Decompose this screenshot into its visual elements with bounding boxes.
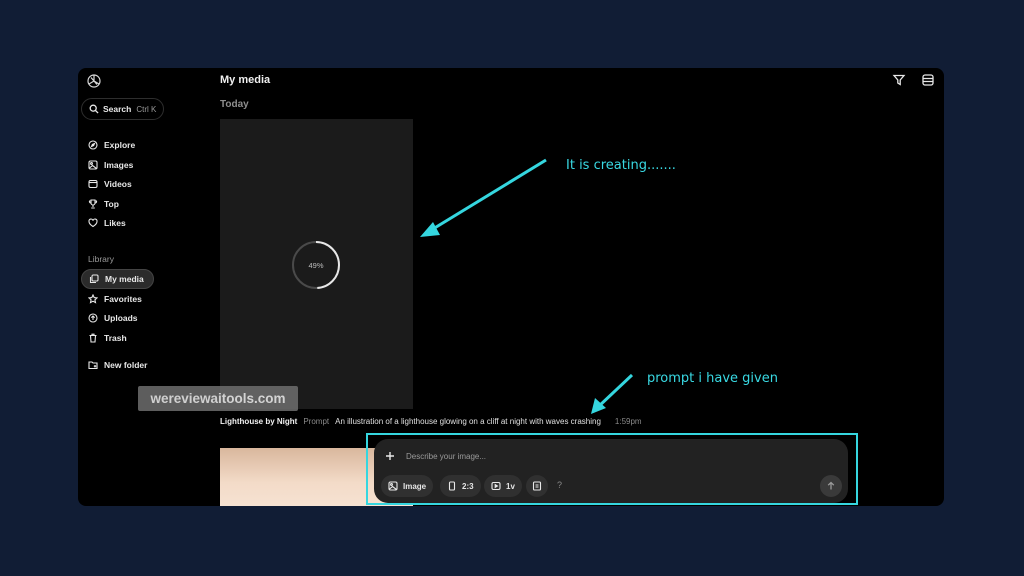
sidebar-item-explore[interactable]: Explore <box>81 135 135 155</box>
filter-icon[interactable] <box>892 73 906 87</box>
sidebar-item-trash[interactable]: Trash <box>81 328 127 348</box>
prompt-label: Prompt <box>303 417 330 426</box>
search-label: Search <box>103 104 132 114</box>
heart-icon <box>88 218 98 228</box>
sidebar-item-videos[interactable]: Videos <box>81 174 132 194</box>
annotation-prompt: prompt i have given <box>647 371 778 386</box>
compass-icon <box>88 140 98 150</box>
date-group-label: Today <box>220 99 249 110</box>
image-icon <box>88 160 98 170</box>
sidebar-item-top[interactable]: Top <box>81 194 119 214</box>
annotation-creating: It is creating....... <box>566 158 676 173</box>
folder-plus-icon <box>88 361 98 370</box>
search-button[interactable]: Search Ctrl K <box>81 98 164 120</box>
library-section-label: Library <box>88 254 114 264</box>
new-folder-button[interactable]: New folder <box>81 355 147 375</box>
generating-media-card[interactable]: 49% <box>220 119 413 409</box>
video-icon <box>88 179 98 189</box>
media-icon <box>89 274 99 284</box>
sidebar-item-uploads[interactable]: Uploads <box>81 308 138 328</box>
search-icon <box>89 104 99 114</box>
trash-icon <box>89 333 97 343</box>
media-meta-row: Lighthouse by Night Prompt An illustrati… <box>220 417 642 426</box>
star-icon <box>88 294 98 304</box>
sidebar-item-images[interactable]: Images <box>81 155 133 175</box>
prompt-text: An illustration of a lighthouse glowing … <box>335 417 601 426</box>
list-view-icon[interactable] <box>921 73 935 87</box>
timestamp: 1:59pm <box>614 417 642 426</box>
progress-percent: 49% <box>308 260 324 270</box>
composer-highlight-box <box>366 433 858 505</box>
sidebar-item-likes[interactable]: Likes <box>81 213 126 233</box>
search-shortcut: Ctrl K <box>136 104 157 114</box>
sidebar-item-my-media[interactable]: My media <box>81 269 154 289</box>
page-title: My media <box>220 74 271 86</box>
openai-logo-icon[interactable] <box>86 73 102 89</box>
watermark: wereviewaitools.com <box>138 386 298 411</box>
upload-icon <box>88 313 98 323</box>
trophy-icon <box>88 199 98 209</box>
media-title[interactable]: Lighthouse by Night <box>220 417 297 426</box>
sidebar-item-favorites[interactable]: Favorites <box>81 289 142 309</box>
